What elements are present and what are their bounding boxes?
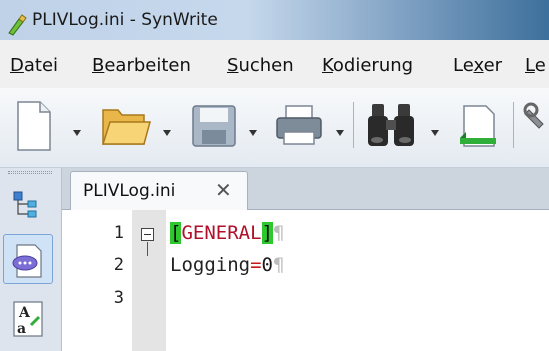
find-dropdown-icon[interactable] <box>431 130 439 136</box>
clip-panel-button[interactable] <box>3 234 53 284</box>
line-number: 1 <box>113 223 124 243</box>
menu-suchen[interactable]: Suchen <box>227 55 294 76</box>
fold-collapse-icon[interactable] <box>141 228 154 241</box>
toolbar-separator <box>353 102 354 148</box>
print-dropdown-icon[interactable] <box>336 130 344 136</box>
clip-icon <box>12 244 42 278</box>
document-bookmark-icon[interactable] <box>456 100 500 152</box>
line-number-gutter: 1 2 3 <box>62 210 132 351</box>
tab-label: PLIVLog.ini <box>83 181 176 201</box>
pilcrow: ¶ <box>272 254 285 276</box>
tab-plivlog-ini[interactable]: PLIVLog.ini ✕ <box>70 171 248 211</box>
print-icon[interactable] <box>274 100 324 150</box>
new-file-dropdown-icon[interactable] <box>73 130 81 136</box>
tree-icon <box>13 191 37 218</box>
menu-kodierung[interactable]: Kodierung <box>322 55 413 76</box>
toolbar <box>0 88 549 168</box>
save-disk-icon[interactable] <box>190 100 238 150</box>
menu-datei[interactable]: Datei <box>10 55 58 76</box>
ini-value: 0 <box>261 254 273 276</box>
menu-lexer-library[interactable]: Le <box>525 55 546 76</box>
title-bar: PLIVLog.ini - SynWrite <box>0 0 549 40</box>
spelling-icon: A a <box>13 301 43 337</box>
bracket-open: [ <box>170 222 182 244</box>
menu-bearbeiten[interactable]: Bearbeiten <box>92 55 191 76</box>
svg-text:a: a <box>17 321 26 337</box>
menu-bar: Datei Bearbeiten Suchen Kodierung Lexer … <box>0 40 549 88</box>
tools-icon[interactable] <box>523 100 549 150</box>
synwrite-app-icon <box>8 14 27 36</box>
panel-grip[interactable] <box>8 171 52 174</box>
pilcrow: ¶ <box>272 222 285 244</box>
ini-key: Logging <box>170 254 251 276</box>
new-file-icon[interactable] <box>14 100 54 152</box>
editor-area[interactable]: 1 2 3 [GENERAL]¶ Logging=0¶ <box>62 210 549 351</box>
fold-line <box>147 242 148 256</box>
open-folder-icon[interactable] <box>100 100 152 150</box>
fold-margin <box>132 210 166 351</box>
svg-text:A: A <box>18 305 31 321</box>
section-name: GENERAL <box>181 222 262 244</box>
bracket-close: ] <box>261 222 273 244</box>
line-number: 3 <box>113 288 124 308</box>
code-line-1[interactable]: [GENERAL]¶ <box>170 222 284 244</box>
ini-equals: = <box>250 254 262 276</box>
open-folder-dropdown-icon[interactable] <box>163 130 171 136</box>
find-binoculars-icon[interactable] <box>366 100 418 150</box>
tab-strip: PLIVLog.ini ✕ <box>62 168 549 211</box>
line-number: 2 <box>113 255 124 275</box>
tree-panel-button[interactable] <box>3 182 53 232</box>
close-icon[interactable]: ✕ <box>215 178 232 202</box>
left-side-panel: A a <box>0 168 62 351</box>
window-title: PLIVLog.ini - SynWrite <box>32 10 218 30</box>
spelling-panel-button[interactable]: A a <box>3 292 53 342</box>
code-line-2[interactable]: Logging=0¶ <box>170 254 284 276</box>
toolbar-separator <box>513 102 514 148</box>
menu-lexer[interactable]: Lexer <box>453 55 502 76</box>
save-dropdown-icon[interactable] <box>249 130 257 136</box>
